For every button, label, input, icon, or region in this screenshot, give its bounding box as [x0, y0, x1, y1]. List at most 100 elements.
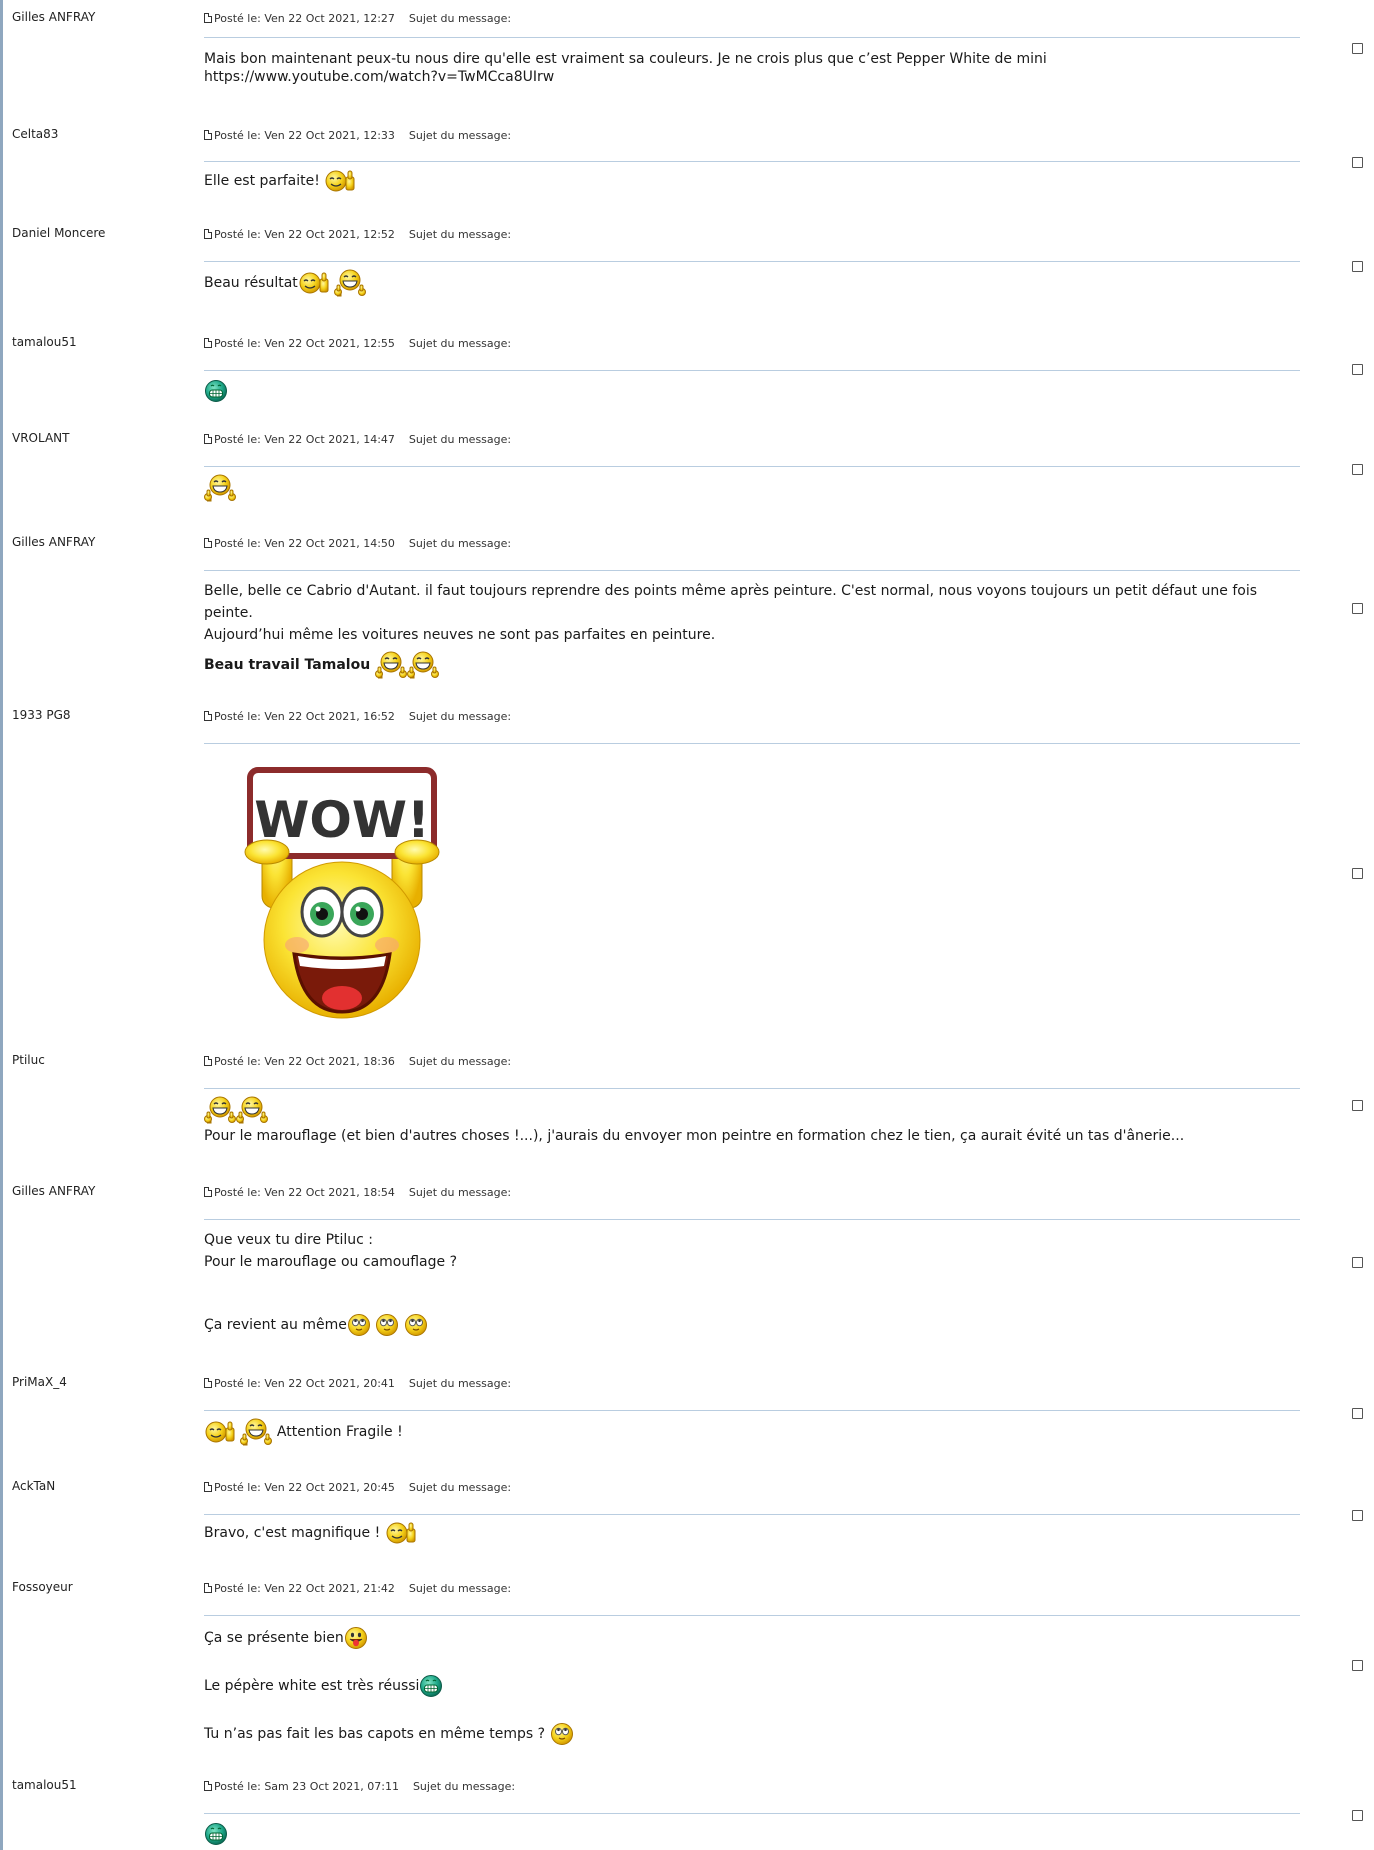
post-icon[interactable] — [204, 229, 212, 239]
select-checkbox[interactable] — [1352, 364, 1363, 375]
thumbs-up-smiley-icon — [298, 271, 330, 295]
post-divider — [204, 1410, 1300, 1411]
posted-label: Posté le: — [214, 1377, 261, 1390]
select-checkbox[interactable] — [1352, 1660, 1363, 1671]
post-date: Ven 22 Oct 2021, 20:45 — [264, 1481, 395, 1494]
subject-label: Sujet du message: — [412, 1780, 516, 1793]
subject-label: Sujet du message: — [408, 1186, 512, 1199]
post-divider — [204, 261, 1300, 262]
post-text: Pour le marouflage ou camouflage ? — [204, 1254, 458, 1270]
subject-label: Sujet du message: — [408, 537, 512, 550]
post-meta: Posté le: Ven 22 Oct 2021, 12:33 Sujet du… — [204, 129, 511, 142]
tongue-smiley-icon — [344, 1626, 368, 1650]
post-icon[interactable] — [204, 434, 212, 444]
post-icon[interactable] — [204, 1482, 212, 1492]
post-icon[interactable] — [204, 538, 212, 548]
post-date: Ven 22 Oct 2021, 16:52 — [264, 710, 395, 723]
post-meta: Posté le: Ven 22 Oct 2021, 21:42 Sujet du… — [204, 1582, 511, 1595]
post-author[interactable]: PriMaX_4 — [12, 1375, 67, 1389]
post-author[interactable]: Daniel Moncere — [12, 226, 105, 240]
post-body: Beau résultat — [204, 268, 1294, 298]
post-author[interactable]: VROLANT — [12, 431, 69, 445]
posted-label: Posté le: — [214, 1780, 261, 1793]
thumbs-up-smiley-icon — [204, 1420, 236, 1444]
post-text: Tu n’as pas fait les bas capots en même … — [204, 1726, 546, 1742]
subject-label: Sujet du message: — [408, 1055, 512, 1068]
post-text: Attention Fragile ! — [276, 1424, 403, 1440]
post-author[interactable]: Ptiluc — [12, 1053, 45, 1067]
wow-sign-smiley-image: WOW! — [244, 767, 440, 1019]
laughing-thumbs-smiley-icon — [240, 1417, 272, 1447]
post-meta: Posté le: Ven 22 Oct 2021, 12:55 Sujet du… — [204, 337, 511, 350]
left-border — [0, 0, 3, 1850]
post-date: Ven 22 Oct 2021, 14:47 — [264, 433, 395, 446]
select-checkbox[interactable] — [1352, 1810, 1363, 1821]
post-icon[interactable] — [204, 13, 212, 23]
post-date: Ven 22 Oct 2021, 21:42 — [264, 1582, 395, 1595]
post-text: Bravo, c'est magnifique ! — [204, 1525, 381, 1541]
select-checkbox[interactable] — [1352, 603, 1363, 614]
laughing-thumbs-smiley-icon — [407, 650, 439, 680]
post-author[interactable]: tamalou51 — [12, 335, 77, 349]
post-date: Ven 22 Oct 2021, 12:27 — [264, 12, 395, 25]
post-date: Ven 22 Oct 2021, 12:55 — [264, 337, 395, 350]
post-author[interactable]: AckTaN — [12, 1479, 55, 1493]
post-meta: Posté le: Ven 22 Oct 2021, 18:36 Sujet du… — [204, 1055, 511, 1068]
grin-smiley-icon — [204, 1822, 228, 1846]
select-checkbox[interactable] — [1352, 1510, 1363, 1521]
post-divider — [204, 370, 1300, 371]
posted-label: Posté le: — [214, 1481, 261, 1494]
subject-label: Sujet du message: — [408, 12, 512, 25]
post-text: Ça se présente bien — [204, 1630, 344, 1646]
post-text: Pour le marouflage (et bien d'autres cho… — [204, 1128, 1185, 1144]
post-meta: Posté le: Ven 22 Oct 2021, 14:47 Sujet du… — [204, 433, 511, 446]
post-body: Que veux tu dire Ptiluc : Pour le marouf… — [204, 1229, 1294, 1337]
grin-smiley-icon — [204, 379, 228, 403]
post-meta: Posté le: Ven 22 Oct 2021, 20:45 Sujet du… — [204, 1481, 511, 1494]
post-divider — [204, 1088, 1300, 1089]
select-checkbox[interactable] — [1352, 157, 1363, 168]
post-author[interactable]: Gilles ANFRAY — [12, 1184, 95, 1198]
post-author[interactable]: Celta83 — [12, 127, 58, 141]
post-icon[interactable] — [204, 1378, 212, 1388]
post-date: Ven 22 Oct 2021, 18:54 — [264, 1186, 395, 1199]
post-icon[interactable] — [204, 1583, 212, 1593]
post-icon[interactable] — [204, 1187, 212, 1197]
select-checkbox[interactable] — [1352, 1408, 1363, 1419]
post-icon[interactable] — [204, 130, 212, 140]
subject-label: Sujet du message: — [408, 710, 512, 723]
post-meta: Posté le: Sam 23 Oct 2021, 07:11 Sujet du… — [204, 1780, 515, 1793]
select-checkbox[interactable] — [1352, 43, 1363, 54]
post-text: Le pépère white est très réussi — [204, 1678, 420, 1694]
post-author[interactable]: Gilles ANFRAY — [12, 10, 95, 24]
post-divider — [204, 1813, 1300, 1814]
post-divider — [204, 1615, 1300, 1616]
select-checkbox[interactable] — [1352, 868, 1363, 879]
post-author[interactable]: Fossoyeur — [12, 1580, 73, 1594]
post-meta: Posté le: Ven 22 Oct 2021, 14:50 Sujet du… — [204, 537, 511, 550]
post-author[interactable]: tamalou51 — [12, 1778, 77, 1792]
post-body — [204, 379, 1294, 403]
select-checkbox[interactable] — [1352, 1100, 1363, 1111]
post-author[interactable]: Gilles ANFRAY — [12, 535, 95, 549]
select-checkbox[interactable] — [1352, 1257, 1363, 1268]
laughing-thumbs-smiley-icon — [204, 1095, 236, 1125]
post-icon[interactable] — [204, 1056, 212, 1066]
select-checkbox[interactable] — [1352, 261, 1363, 272]
post-body: Ça se présente bien Le pépère white est … — [204, 1626, 1294, 1746]
select-checkbox[interactable] — [1352, 464, 1363, 475]
post-text: Elle est parfaite! — [204, 173, 320, 189]
rolling-eyes-smiley-icon — [404, 1313, 428, 1337]
post-divider — [204, 743, 1300, 744]
post-divider — [204, 466, 1300, 467]
post-icon[interactable] — [204, 338, 212, 348]
post-author[interactable]: 1933 PG8 — [12, 708, 71, 722]
post-icon[interactable] — [204, 711, 212, 721]
post-date: Sam 23 Oct 2021, 07:11 — [264, 1780, 399, 1793]
post-icon[interactable] — [204, 1781, 212, 1791]
post-divider — [204, 161, 1300, 162]
subject-label: Sujet du message: — [408, 337, 512, 350]
post-body: Attention Fragile ! — [204, 1417, 1294, 1447]
post-meta: Posté le: Ven 22 Oct 2021, 12:52 Sujet du… — [204, 228, 511, 241]
post-divider — [204, 37, 1300, 38]
